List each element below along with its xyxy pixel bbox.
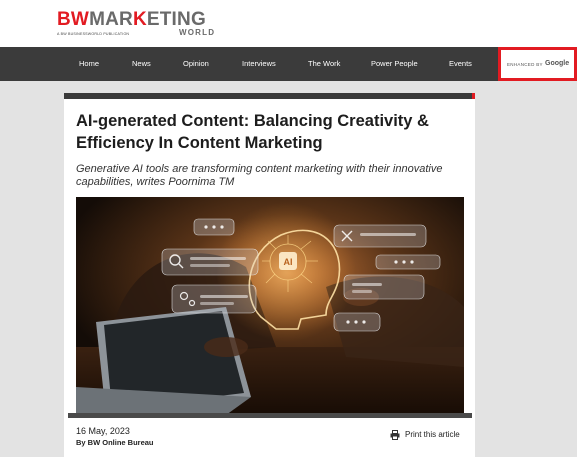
hero-ai-chip-label: AI: [284, 257, 293, 267]
nav-item-news[interactable]: News: [132, 47, 151, 81]
nav-item-power-people[interactable]: Power People: [371, 47, 418, 81]
search-enhanced-by: ENHANCED BY: [507, 62, 543, 67]
article-byline: By BW Online Bureau: [76, 438, 154, 447]
logo-eting: ETING: [146, 9, 206, 30]
search-provider: Google: [545, 60, 570, 67]
article-top-bar: [64, 93, 475, 99]
hero-caption-bar: [68, 413, 472, 418]
article-hero-image: AI: [76, 197, 464, 415]
nav-item-opinion[interactable]: Opinion: [183, 47, 209, 81]
nav-item-interviews[interactable]: Interviews: [242, 47, 276, 81]
logo-world: WORLD: [179, 28, 216, 37]
print-article-label: Print this article: [405, 430, 460, 439]
site-header: BWMARKETING WORLD A BW BUSINESSWORLD PUB…: [0, 0, 577, 47]
article-subtitle: Generative AI tools are transforming con…: [76, 163, 443, 188]
logo-wordmark: BWMARKETING: [57, 10, 206, 30]
nav-item-events[interactable]: Events: [449, 47, 472, 81]
article-top-bar-accent: [472, 93, 475, 99]
search-input[interactable]: ENHANCED BY Google: [498, 47, 577, 81]
article-card: AI-generated Content: Balancing Creativi…: [64, 93, 475, 457]
search-branding: ENHANCED BY Google: [507, 60, 570, 70]
hero-illustration: AI: [76, 197, 464, 415]
nav-item-home[interactable]: Home: [79, 47, 99, 81]
logo-publication-line: A BW BUSINESSWORLD PUBLICATION: [57, 32, 130, 36]
main-nav: Home News Opinion Interviews The Work Po…: [0, 47, 577, 81]
logo-mar: MAR: [89, 9, 133, 30]
nav-item-the-work[interactable]: The Work: [308, 47, 340, 81]
logo-k: K: [132, 9, 147, 30]
article-date: 16 May, 2023: [76, 426, 130, 436]
site-logo[interactable]: BWMARKETING WORLD A BW BUSINESSWORLD PUB…: [57, 10, 217, 40]
printer-icon: [390, 430, 400, 440]
article-title: AI-generated Content: Balancing Creativi…: [76, 112, 429, 152]
logo-bw: BW: [57, 9, 90, 30]
